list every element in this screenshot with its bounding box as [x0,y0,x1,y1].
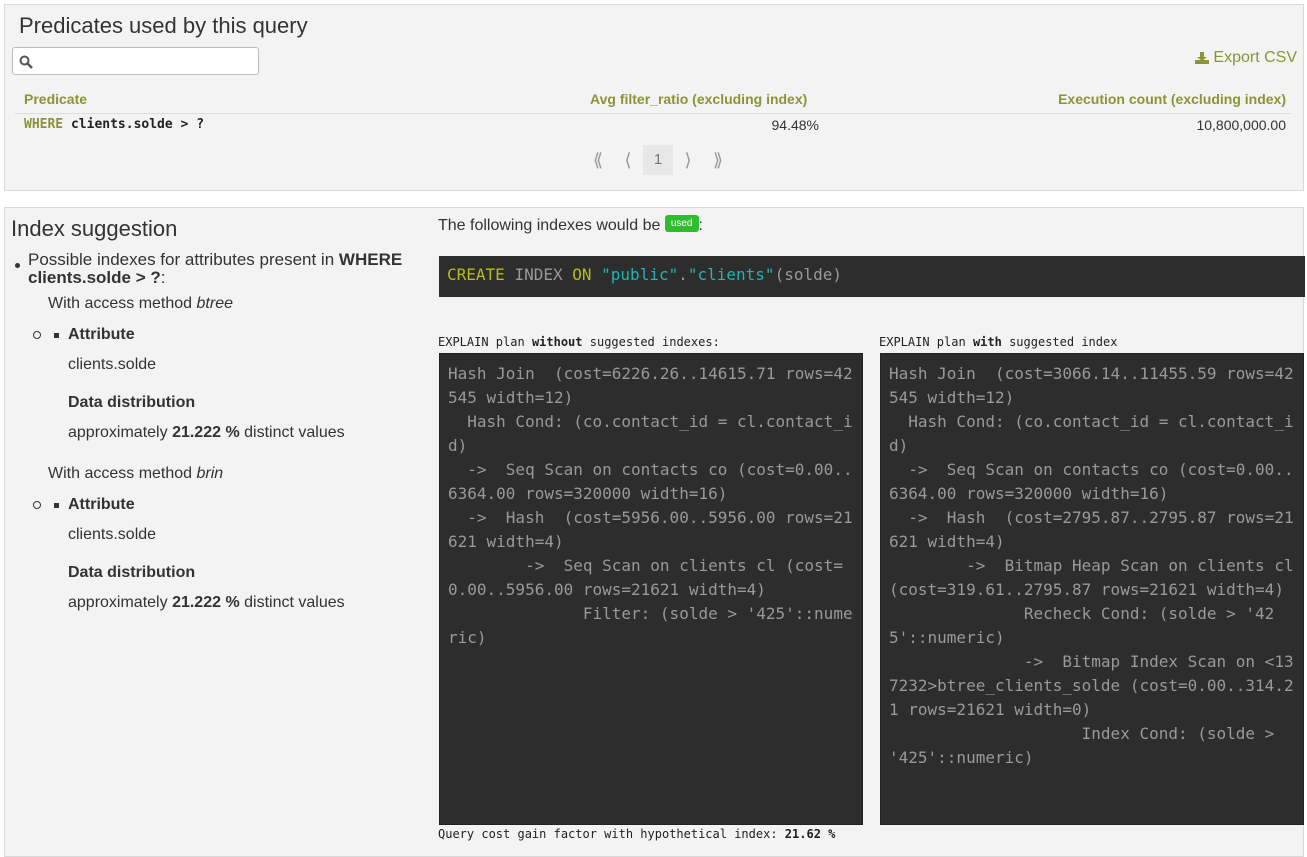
caption-pre: EXPLAIN plan [879,335,966,349]
dist-prefix: approximately [68,594,168,611]
kw-index: INDEX [514,265,563,284]
predicates-table-header: Predicate Avg filter_ratio (excluding in… [15,91,1291,114]
pagination: ⟪ ⟨ 1 ⟩ ⟫ [583,145,733,175]
data-distribution-label: Data distribution [68,394,196,411]
dist-prefix: approximately [68,424,168,441]
plan-with-caption: EXPLAIN plan with suggested index [879,335,1117,349]
circle-bullet [33,331,41,339]
data-distribution-value: approximately 21.222 % distinct values [68,424,345,442]
predicates-title: Predicates used by this query [19,13,308,38]
schema-name: "public" [601,265,679,284]
suggestion-intro: Possible indexes for attributes present … [28,251,428,287]
explain-plan-without: Hash Join (cost=6226.26..14615.71 rows=4… [439,353,863,825]
access-method-name: btree [196,295,233,312]
search-icon [19,55,33,69]
circle-bullet [33,501,41,509]
predicate-expression: clients.solde > ? [70,117,205,132]
gain-factor: Query cost gain factor with hypothetical… [438,827,835,841]
column-header-predicate[interactable]: Predicate [24,91,87,107]
intro-text: Possible indexes for attributes present … [28,250,335,269]
kw-create: CREATE [447,265,505,284]
caption-pre: EXPLAIN plan [438,335,525,349]
intro-suffix: : [160,268,166,287]
create-index-statement: CREATE INDEX ON "public"."clients"(solde… [439,256,1305,297]
used-text: The following indexes would be [438,217,661,234]
predicates-panel: Predicates used by this query Export CSV… [4,4,1304,191]
column-header-filter-ratio[interactable]: Avg filter_ratio (excluding index) [590,91,807,107]
dist-percent: 21.222 % [172,424,240,441]
dist-suffix: distinct values [244,594,345,611]
exec-count-cell: 10,800,000.00 [1196,117,1286,133]
data-distribution-value: approximately 21.222 % distinct values [68,594,345,612]
used-suffix: : [698,217,703,234]
download-icon [1195,52,1210,64]
filter-ratio-cell: 94.48% [771,117,819,133]
used-indexes-heading: The following indexes would be used: [438,215,703,235]
predicate-cell: WHERE clients.solde > ? [24,117,204,132]
attribute-label: Attribute [68,326,135,343]
column-header-exec-count[interactable]: Execution count (excluding index) [1058,91,1286,107]
search-box[interactable] [12,47,259,75]
index-suggestion-title: Index suggestion [11,216,178,241]
dist-percent: 21.222 % [172,594,240,611]
predicate-keyword: WHERE [24,117,64,132]
page-1-button[interactable]: 1 [643,145,673,175]
gain-label: Query cost gain factor with hypothetical… [438,827,778,841]
next-page-button[interactable]: ⟩ [673,150,703,171]
used-badge: used [664,215,699,233]
access-method-name: brin [196,465,224,482]
caption-post: suggested index [1009,335,1118,349]
table-row: WHERE clients.solde > ? 94.48% 10,800,00… [15,117,1291,137]
square-bullet [54,503,59,508]
dot: . [678,265,688,284]
kw-on: ON [572,265,592,284]
access-method-btree: With access method btree [48,295,233,313]
attribute-value: clients.solde [68,526,157,543]
explain-plan-with: Hash Join (cost=3066.14..11455.59 rows=4… [880,353,1304,825]
plan-without-caption: EXPLAIN plan without suggested indexes: [438,335,720,349]
list-bullet [15,263,20,268]
export-csv-button[interactable]: Export CSV [1195,49,1297,67]
dist-suffix: distinct values [244,424,345,441]
index-columns: (solde) [774,265,842,284]
attribute-label: Attribute [68,496,135,513]
search-input[interactable] [39,51,255,73]
last-page-button[interactable]: ⟫ [703,150,733,171]
caption-post: suggested indexes: [589,335,720,349]
data-distribution-label: Data distribution [68,564,196,581]
caption-bold: without [531,335,583,349]
prev-page-button[interactable]: ⟨ [613,150,643,171]
caption-bold: with [972,335,1002,349]
first-page-button[interactable]: ⟪ [583,150,613,171]
index-suggestion-panel: Index suggestion Possible indexes for at… [4,207,1305,857]
gain-value: 21.62 % [784,827,836,841]
attribute-value: clients.solde [68,356,157,373]
access-method-prefix: With access method [48,465,193,482]
square-bullet [54,333,59,338]
export-csv-label: Export CSV [1213,49,1297,66]
table-name: "clients" [687,265,775,284]
access-method-prefix: With access method [48,295,193,312]
access-method-brin: With access method brin [48,465,223,483]
